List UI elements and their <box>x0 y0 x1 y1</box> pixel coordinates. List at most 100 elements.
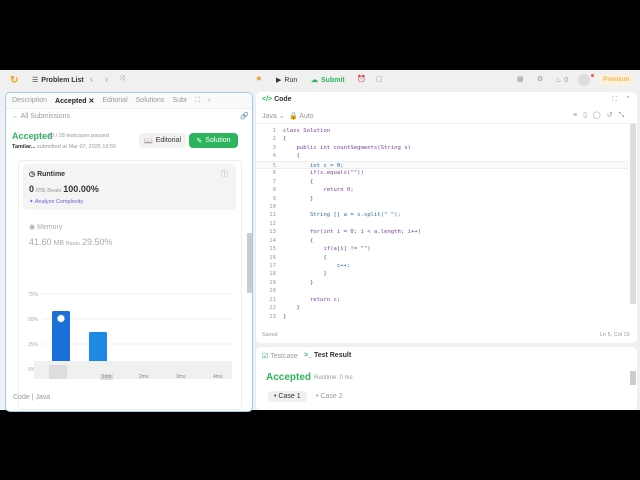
result-scrollbar[interactable] <box>630 371 636 385</box>
code-line[interactable]: 10 <box>256 203 628 211</box>
list-icon: ☰ <box>32 77 39 84</box>
tab-test-result[interactable]: >_ Test Result <box>304 352 351 359</box>
line-number: 7 <box>272 178 276 185</box>
testcases-passed: 28 / 28 testcases passed <box>48 133 109 139</box>
code-line[interactable]: 19 } <box>256 279 628 287</box>
line-number: 9 <box>272 195 276 202</box>
code-line[interactable]: 2{ <box>256 135 628 143</box>
editor-tools[interactable]: ≡▯◯↺⤡ <box>573 111 630 120</box>
line-number: 13 <box>269 229 276 236</box>
code-text: int c = 0; <box>283 162 344 169</box>
code-text: { <box>283 237 314 244</box>
code-line[interactable]: 20 <box>256 287 628 295</box>
line-number: 8 <box>272 187 276 194</box>
code-line[interactable]: 4 { <box>256 152 628 160</box>
code-line[interactable]: 17 c++; <box>256 262 628 270</box>
code-line[interactable]: 15 if(a[i] != "") <box>256 245 628 253</box>
code-line[interactable]: 9 } <box>256 195 628 203</box>
prev-icon[interactable]: ‹ <box>90 74 93 84</box>
y-tick-label: 50% <box>28 317 39 323</box>
collapse-icon[interactable]: ⌃ <box>625 95 631 103</box>
code-line[interactable]: 21 return c; <box>256 296 628 304</box>
language-select[interactable]: Java ⌄ <box>262 112 285 120</box>
code-text: if(s.equals("")) <box>283 170 364 177</box>
cloud-upload-icon: ☁ <box>311 77 318 84</box>
memory-label[interactable]: ◉ Memory <box>29 223 62 231</box>
tab-solutions[interactable]: Solutions <box>136 97 165 104</box>
line-number: 16 <box>269 254 276 261</box>
tab-submissions[interactable]: Subr <box>172 97 187 104</box>
code-text: } <box>283 271 327 278</box>
code-title: </> Code <box>262 96 292 103</box>
result-runtime: Runtime: 0 ms <box>314 375 353 381</box>
case-2-tab[interactable]: • Case 2 <box>316 393 343 400</box>
submit-button[interactable]: ☁ Submit <box>311 76 345 85</box>
alarm-icon[interactable]: ⏰ <box>357 75 366 83</box>
code-text: { <box>283 136 287 143</box>
streak-counter[interactable]: ♨ 0 <box>555 76 568 85</box>
line-number: 3 <box>272 144 276 151</box>
maximize-icon[interactable]: ⛶ <box>612 96 617 104</box>
premium-button[interactable]: Premium <box>599 74 634 85</box>
scrollbar[interactable] <box>247 233 252 293</box>
code-text: { <box>283 254 327 261</box>
analyze-complexity-link[interactable]: ✦ Analyze Complexity <box>29 199 83 205</box>
layout-icon[interactable]: ▦ <box>517 75 524 83</box>
brush-handle[interactable] <box>49 365 67 379</box>
line-number: 17 <box>269 263 276 269</box>
code-line[interactable]: 11 String [] a = s.split(" "); <box>256 211 628 219</box>
logo-icon[interactable]: ↻ <box>10 75 18 86</box>
tab-testcase[interactable]: ☑ Testcase <box>262 352 298 360</box>
code-text: } <box>283 305 300 312</box>
code-line[interactable]: 14 { <box>256 237 628 245</box>
run-button[interactable]: ▶ Run <box>276 76 297 85</box>
code-text: if(a[i] != "") <box>283 246 371 253</box>
next-icon[interactable]: › <box>105 74 108 84</box>
all-submissions-link[interactable]: ← All Submissions <box>12 113 70 120</box>
editorial-button[interactable]: 📖 Editorial <box>139 133 186 148</box>
avatar[interactable] <box>578 74 590 86</box>
runtime-value: 0 ms Beats 100.00% <box>29 184 99 194</box>
fire-icon: ♨ <box>555 77 562 84</box>
shuffle-icon[interactable]: ⤨ <box>119 75 125 83</box>
code-line[interactable]: 22 } <box>256 304 628 312</box>
code-line[interactable]: 6 if(s.equals("")) <box>256 169 628 177</box>
code-line[interactable]: 7 { <box>256 178 628 186</box>
code-line[interactable]: 13 for(int i = 0; i < a.length; i++) <box>256 228 628 236</box>
line-number: 12 <box>269 220 276 227</box>
code-line[interactable]: 18 } <box>256 270 628 278</box>
brush-label: 2ms <box>139 374 149 380</box>
debug-icon[interactable]: ✹ <box>256 75 262 83</box>
code-line[interactable]: 8 return 0; <box>256 186 628 194</box>
code-text: String [] a = s.split(" "); <box>283 212 401 219</box>
code-line[interactable]: 16 { <box>256 254 628 262</box>
tab-description[interactable]: Description <box>12 97 47 104</box>
gear-icon[interactable]: ⚙ <box>537 75 543 83</box>
editor-scrollbar[interactable] <box>630 124 636 304</box>
code-line[interactable]: 23} <box>256 313 628 321</box>
collapse-icon[interactable]: ‹ <box>208 97 210 104</box>
line-number: 6 <box>272 170 276 177</box>
case-1-tab[interactable]: • Case 1 <box>268 391 307 402</box>
tab-accepted[interactable]: Accepted ✕ <box>55 97 94 105</box>
runtime-box[interactable]: ◷ Runtime ⓘ 0 ms Beats 100.00% ✦ Analyze… <box>23 164 236 210</box>
code-line[interactable]: 1 class Solution <box>256 127 628 135</box>
link-icon[interactable]: 🔗 <box>240 112 249 120</box>
problem-list-button[interactable]: ☰ Problem List <box>32 76 84 85</box>
username[interactable]: Tamilar... <box>12 144 35 150</box>
line-number: 15 <box>269 246 276 253</box>
note-icon[interactable]: ▢ <box>376 75 383 83</box>
app: ↻ ☰ Problem List ‹ › ⤨ ✹ ▶ Run ☁ Submit ⏰ ▢… <box>0 70 640 412</box>
current-submission-marker <box>56 314 66 323</box>
line-number: 20 <box>269 288 276 295</box>
code-text: } <box>283 313 287 320</box>
line-number: 1 <box>272 128 276 134</box>
code-line[interactable]: 3 public int countSegments(String s) <box>256 144 628 152</box>
auto-mode[interactable]: 🔒 Auto <box>289 112 314 120</box>
solution-button[interactable]: ✎ Solution <box>189 133 238 148</box>
code-line[interactable]: 12 <box>256 220 628 228</box>
maximize-icon[interactable]: ⛶ <box>195 97 200 105</box>
info-icon[interactable]: ⓘ <box>221 169 228 179</box>
code-line[interactable]: 5 int c = 0; <box>256 160 628 170</box>
tab-editorial[interactable]: Editorial <box>102 97 127 104</box>
